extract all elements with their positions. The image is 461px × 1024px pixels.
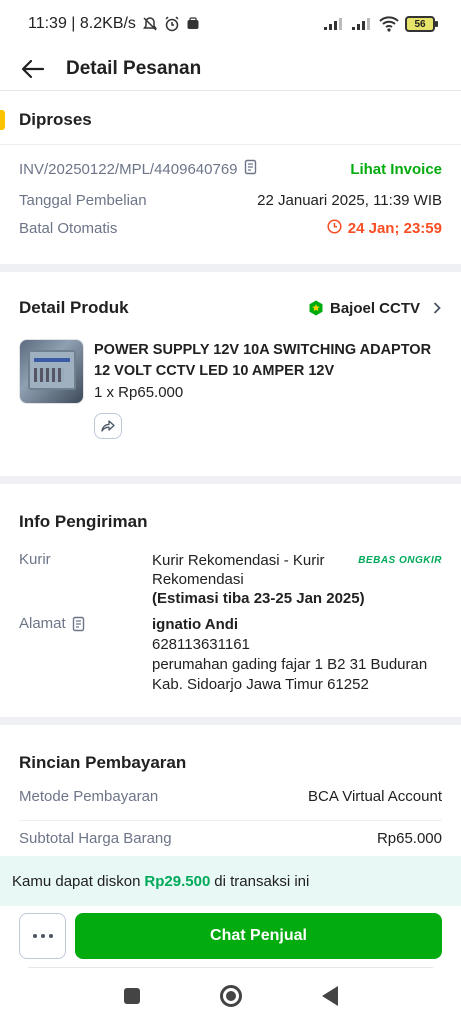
recipient-name: ignatio Andi (152, 616, 239, 633)
address-line-1: perumahan gading fajar 1 B2 31 Buduran (152, 656, 428, 673)
system-nav-bar (0, 968, 461, 1024)
page-title: Detail Pesanan (66, 58, 202, 79)
auto-cancel-deadline: 24 Jan; 23:59 (327, 219, 442, 238)
address-value: ignatio Andi 628113631161 perumahan gadi… (152, 615, 452, 695)
chat-seller-button[interactable]: Chat Penjual (75, 913, 442, 959)
bottom-action-bar: Chat Penjual (0, 906, 461, 968)
recent-apps-icon[interactable] (123, 988, 140, 1004)
status-bar: 11:39 | 8.2KB/s 56 (0, 0, 461, 48)
auto-cancel-row: Batal Otomatis 24 Jan; 23:59 (19, 219, 442, 238)
notifications-muted-icon (142, 16, 158, 32)
back-arrow-icon[interactable] (20, 56, 46, 82)
alarm-icon (164, 16, 180, 32)
view-invoice-link[interactable]: Lihat Invoice (350, 161, 442, 178)
home-icon[interactable] (219, 985, 242, 1007)
official-shop-badge-icon (308, 300, 324, 316)
app-notification-icon (186, 17, 200, 31)
address-line-2: Kab. Sidoarjo Jawa Timur 61252 (152, 676, 369, 693)
share-icon (101, 420, 115, 432)
order-status-label: Diproses (19, 110, 92, 129)
shop-link[interactable]: Bajoel CCTV (308, 300, 442, 317)
discount-amount: Rp29.500 (144, 872, 211, 890)
address-row: Alamat ignatio Andi 628113631161 perumah… (19, 615, 442, 695)
shipping-section-title: Info Pengiriman (19, 512, 148, 531)
signal-2-icon (351, 17, 373, 31)
discount-banner: Kamu dapat diskon Rp29.500 di transaksi … (0, 856, 461, 906)
courier-estimate: (Estimasi tiba 23-25 Jan 2025) (152, 590, 365, 607)
payment-method-label: Metode Pembayaran (19, 788, 159, 805)
clock-icon (327, 219, 342, 238)
system-back-icon[interactable] (321, 986, 338, 1006)
courier-value: Kurir Rekomendasi - Kurir Rekomendasi (E… (152, 551, 365, 608)
payment-section-title: Rincian Pembayaran (19, 753, 187, 772)
subtotal-value: Rp65.000 (376, 830, 442, 847)
app-bar: Detail Pesanan (0, 48, 461, 90)
auto-cancel-value: 24 Jan; 23:59 (347, 220, 442, 237)
invoice-number-text: INV/20250122/MPL/4409640769 (19, 160, 238, 178)
more-dots-icon (32, 934, 37, 938)
address-label: Alamat (19, 615, 66, 632)
purchase-date-row: Tanggal Pembelian 22 Januari 2025, 11:39… (19, 192, 442, 209)
divider (19, 820, 442, 821)
divider (0, 90, 461, 91)
product-qty-price: 1 x Rp65.000 (94, 384, 184, 401)
wifi-icon (379, 16, 399, 32)
product-header: Detail Produk Bajoel CCTV (19, 298, 442, 318)
copy-address-icon[interactable] (72, 616, 86, 632)
section-gap (0, 264, 461, 272)
discount-suffix: di transaksi ini (214, 872, 310, 890)
courier-name: Kurir Rekomendasi - Kurir Rekomendasi (152, 552, 325, 588)
discount-prefix: Kamu dapat diskon (12, 872, 141, 890)
copy-icon[interactable] (244, 159, 258, 179)
free-shipping-badge: BEBAS ONGKIR (358, 555, 442, 566)
section-gap (0, 476, 461, 484)
section-gap (0, 717, 461, 725)
shop-name: Bajoel CCTV (329, 299, 420, 317)
subtotal-row: Subtotal Harga Barang Rp65.000 (19, 830, 442, 847)
purchase-date-label: Tanggal Pembelian (19, 192, 147, 209)
status-time-network: 11:39 | 8.2KB/s (28, 15, 136, 32)
auto-cancel-label: Batal Otomatis (19, 220, 118, 237)
status-accent-bar (0, 110, 5, 130)
payment-method-row: Metode Pembayaran BCA Virtual Account (19, 788, 442, 805)
share-button[interactable] (94, 413, 122, 439)
divider (0, 144, 461, 145)
recipient-phone: 628113631161 (152, 636, 250, 653)
payment-method-value: BCA Virtual Account (308, 788, 442, 805)
battery-icon: 56 (405, 16, 438, 32)
invoice-number: INV/20250122/MPL/4409640769 (19, 159, 258, 179)
invoice-row: INV/20250122/MPL/4409640769 Lihat Invoic… (19, 159, 442, 179)
purchase-date-value: 22 Januari 2025, 11:39 WIB (257, 192, 442, 209)
signal-icon (323, 17, 345, 31)
product-name[interactable]: POWER SUPPLY 12V 10A SWITCHING ADAPTOR 1… (94, 340, 444, 382)
product-image[interactable] (19, 339, 84, 404)
more-options-button[interactable] (19, 913, 66, 959)
chevron-right-icon (432, 301, 442, 315)
courier-row: Kurir Kurir Rekomendasi - Kurir Rekomend… (19, 551, 442, 607)
product-section-title: Detail Produk (19, 298, 129, 317)
courier-label: Kurir (19, 551, 51, 568)
subtotal-label: Subtotal Harga Barang (19, 830, 172, 847)
address-label-wrap: Alamat (19, 615, 86, 632)
